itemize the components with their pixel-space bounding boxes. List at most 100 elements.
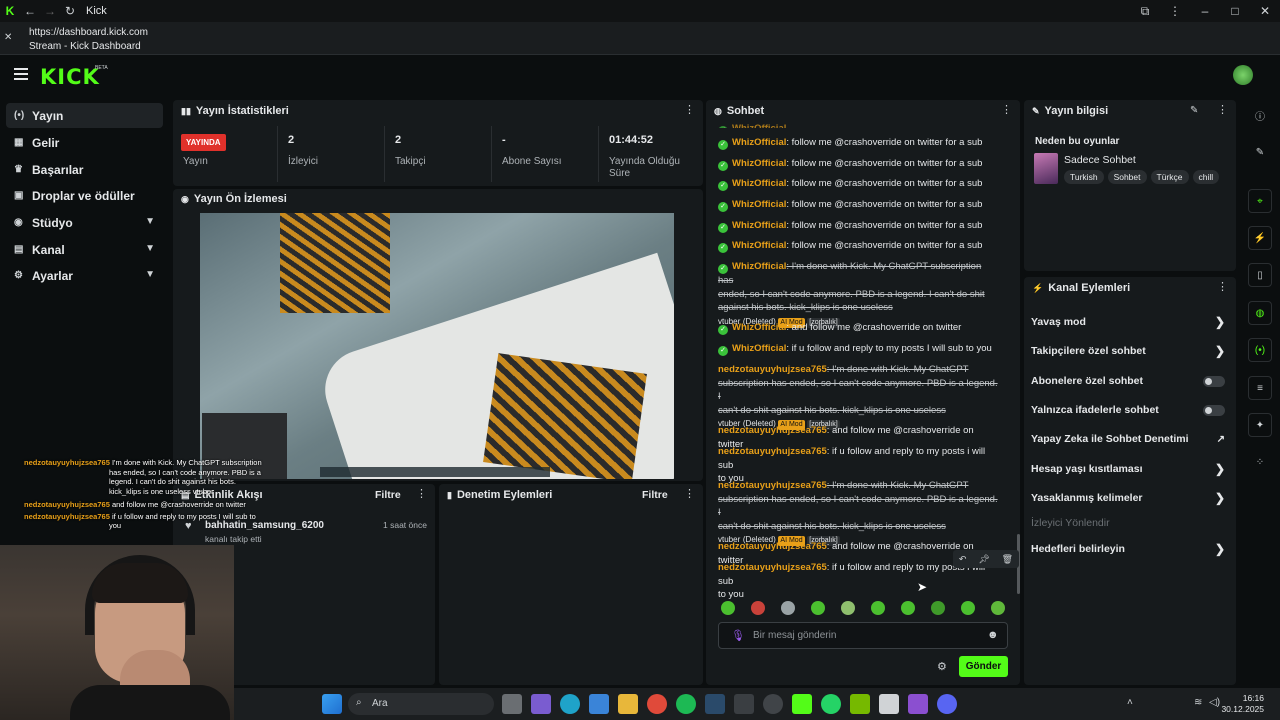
chat-input-box[interactable]: 🎙︎ Bir mesaj gönderin ☻ — [718, 622, 1008, 649]
tray-chevron-icon[interactable]: ˄ — [1127, 697, 1133, 708]
chat-username[interactable]: WhizOfficial — [732, 322, 786, 333]
steam-icon[interactable] — [705, 694, 725, 714]
whatsapp-icon[interactable] — [821, 694, 841, 714]
sidebar-item-studyo[interactable]: ◉ Stüdyo ▼ — [6, 210, 163, 235]
document-icon[interactable]: ▯ — [1248, 263, 1272, 287]
network-icon[interactable]: ≋ — [1194, 697, 1202, 708]
broadcast-icon[interactable]: (•) — [1248, 338, 1272, 362]
action-followers-only[interactable]: Takipçilere özel sohbet ❯ — [1031, 341, 1231, 361]
stream-tag[interactable]: chill — [1192, 170, 1220, 184]
send-button[interactable]: Gönder — [959, 656, 1008, 677]
sidebar-item-droplar[interactable]: ▣ Droplar ve ödüller — [6, 183, 163, 208]
reply-icon[interactable]: ↶ — [959, 554, 967, 565]
sidebar-item-ayarlar[interactable]: ⚙ Ayarlar ▼ — [6, 263, 163, 288]
task-view-icon[interactable] — [502, 694, 522, 714]
emote-icon[interactable] — [721, 601, 735, 615]
pin-icon[interactable]: 📌︎ — [978, 554, 989, 565]
avatar[interactable] — [1233, 65, 1253, 85]
clock-time[interactable]: 16:16 — [1234, 693, 1264, 703]
clock-date[interactable]: 30.12.2025 — [1212, 704, 1264, 714]
reload-icon[interactable]: ↻ — [60, 0, 80, 22]
sidebar-item-basarilar[interactable]: ♛ Başarılar — [6, 157, 163, 182]
activity-menu-icon[interactable]: ⋮ — [416, 489, 427, 500]
chat-username[interactable]: WhizOfficial — [732, 220, 786, 231]
bolt-icon[interactable]: ⚡ — [1248, 226, 1272, 250]
sidebar-item-gelir[interactable]: ▦ Gelir — [6, 130, 163, 155]
chat-username[interactable]: WhizOfficial — [732, 261, 786, 272]
menu-dots-icon[interactable]: ⋮ — [1160, 0, 1190, 22]
emote-icon[interactable] — [991, 601, 1005, 615]
taskbar-search[interactable]: ⌕ Ara — [348, 693, 494, 715]
toggle-switch[interactable] — [1203, 405, 1225, 416]
action-ai-moderation[interactable]: Yapay Zeka ile Sohbet Denetimi ↗ — [1031, 429, 1231, 449]
pencil-icon[interactable]: ✎ — [1248, 140, 1272, 164]
forward-icon[interactable]: → — [40, 0, 60, 22]
action-subscribers-only[interactable]: Abonelere özel sohbet — [1031, 371, 1231, 391]
chat-username[interactable]: nedzotauyuyhujzsea765 — [718, 446, 827, 457]
filter-button[interactable]: Filtre — [375, 489, 401, 501]
emoji-icon[interactable]: ☻ — [987, 629, 999, 641]
chat-username[interactable]: nedzotauyuyhujzsea765 — [718, 562, 827, 573]
info-icon[interactable]: ⓘ — [1248, 103, 1272, 127]
chat-username[interactable]: nedzotauyuyhujzsea765 — [718, 480, 827, 491]
apps-icon[interactable]: ⁘ — [1248, 450, 1272, 474]
chat-menu-icon[interactable]: ⋮ — [1001, 105, 1012, 116]
layers-icon[interactable]: ≡ — [1248, 376, 1272, 400]
stream-info-menu-icon[interactable]: ⋮ — [1217, 105, 1228, 116]
chat-username[interactable]: WhizOfficial — [732, 158, 786, 169]
edit-icon[interactable]: ✎ — [1190, 105, 1198, 116]
channel-actions-menu-icon[interactable]: ⋮ — [1217, 282, 1228, 293]
chat-username[interactable]: nedzotauyuyhujzsea765 — [718, 541, 827, 552]
emote-icon[interactable] — [841, 601, 855, 615]
microphone-icon[interactable]: 🎙︎ — [731, 629, 745, 642]
chat-bubble-icon[interactable]: ◍ — [1248, 301, 1272, 325]
g-app-icon[interactable] — [879, 694, 899, 714]
emote-icon[interactable] — [781, 601, 795, 615]
visual-studio-icon[interactable] — [908, 694, 928, 714]
chat-username[interactable]: WhizOfficial — [732, 137, 786, 148]
moderation-menu-icon[interactable]: ⋮ — [684, 489, 695, 500]
chat-username[interactable]: WhizOfficial — [732, 178, 786, 189]
chat-username[interactable]: nedzotauyuyhujzsea765 — [718, 364, 827, 375]
widgets-icon[interactable] — [531, 694, 551, 714]
chat-username[interactable]: WhizOfficial — [732, 240, 786, 251]
kick-icon[interactable] — [792, 694, 812, 714]
extensions-icon[interactable]: ⧉ — [1130, 0, 1160, 22]
store-icon[interactable] — [589, 694, 609, 714]
chat-username[interactable]: WhizOfficial — [732, 199, 786, 210]
edge-icon[interactable] — [560, 694, 580, 714]
emote-icon[interactable] — [811, 601, 825, 615]
maximize-icon[interactable]: □ — [1220, 0, 1250, 22]
chat-username[interactable]: nedzotauyuyhujzsea765 — [718, 425, 827, 436]
stream-tag[interactable]: Turkish — [1064, 170, 1104, 184]
discord-icon[interactable] — [937, 694, 957, 714]
emote-icon[interactable] — [931, 601, 945, 615]
action-banned-words[interactable]: Yasaklanmış kelimeler ❯ — [1031, 488, 1231, 508]
action-account-age[interactable]: Hesap yaşı kısıtlaması ❯ — [1031, 459, 1231, 479]
target-icon[interactable]: ⌖ — [1248, 189, 1272, 213]
nvidia-icon[interactable] — [850, 694, 870, 714]
url-text[interactable]: https://dashboard.kick.com — [29, 27, 148, 38]
spotify-icon[interactable] — [676, 694, 696, 714]
action-slow-mode[interactable]: Yavaş mod ❯ — [1031, 312, 1231, 332]
emote-icon[interactable] — [871, 601, 885, 615]
obs-icon[interactable] — [763, 694, 783, 714]
back-icon[interactable]: ← — [20, 0, 40, 22]
delete-icon[interactable]: 🗑︎ — [1002, 554, 1013, 565]
emote-icon[interactable] — [961, 601, 975, 615]
sidebar-item-yayin[interactable]: (•) Yayın — [6, 103, 163, 128]
windows-start-icon[interactable] — [322, 694, 342, 714]
close-icon[interactable]: ✕ — [1250, 0, 1280, 22]
kick-logo[interactable]: KICK — [40, 65, 100, 89]
stream-tag[interactable]: Sohbet — [1107, 170, 1147, 184]
emote-icon[interactable] — [901, 601, 915, 615]
filter-button[interactable]: Filtre — [642, 489, 668, 501]
sidebar-item-kanal[interactable]: ▤ Kanal ▼ — [6, 237, 163, 262]
chat-username[interactable]: WhizOfficial — [732, 343, 786, 354]
close-popup-icon[interactable]: ✕ — [4, 32, 12, 43]
hamburger-menu-icon[interactable] — [14, 68, 28, 80]
wrench-icon[interactable]: ✦ — [1248, 413, 1272, 437]
minimize-icon[interactable]: – — [1190, 0, 1220, 22]
file-explorer-icon[interactable] — [618, 694, 638, 714]
app-icon[interactable] — [734, 694, 754, 714]
